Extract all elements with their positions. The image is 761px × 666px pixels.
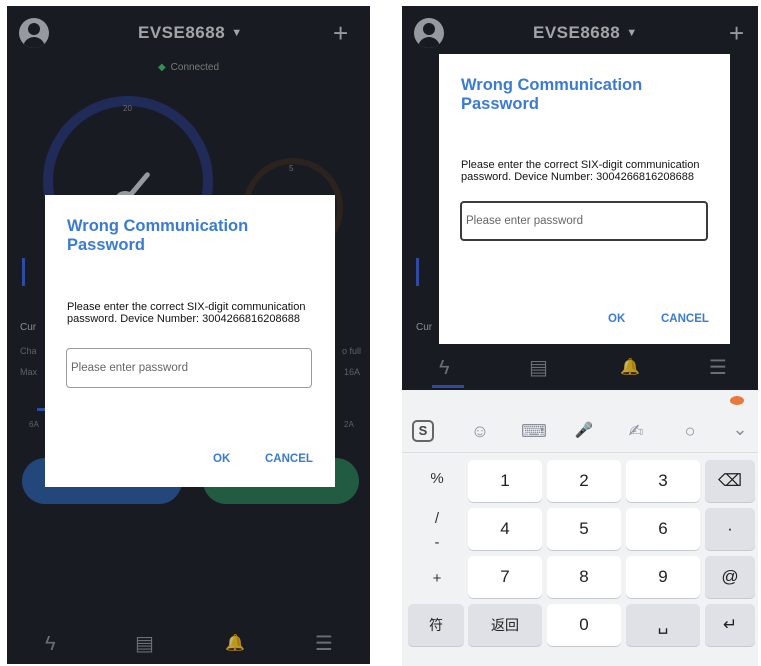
space-key[interactable]: ␣ bbox=[626, 604, 700, 646]
password-input[interactable] bbox=[460, 201, 708, 241]
password-dialog: Wrong Communication Password Please ente… bbox=[439, 54, 730, 344]
key-7[interactable]: 7 bbox=[468, 556, 542, 598]
enter-key[interactable]: ↵ bbox=[705, 604, 755, 646]
left-phone-screen: EVSE8688 ▼ + ◆ Connected 20 5 Cur Cha Max … bbox=[7, 6, 370, 664]
keyboard-layout-icon[interactable]: ⌨ bbox=[521, 422, 547, 440]
keyboard-divider bbox=[402, 452, 758, 453]
key-1[interactable]: 1 bbox=[468, 460, 542, 502]
numeric-keyboard: S ☺ ⌨ 🎤 ✍ ○ ⌄ % / - + 1 2 3 ⌫ 4 5 6 · 7 … bbox=[402, 390, 758, 666]
screenshot-pair: EVSE8688 ▼ + ◆ Connected 20 5 Cur Cha Max … bbox=[0, 0, 761, 666]
right-phone-screen: EVSE8688 ▼ + Cur ϟ ▤ 🔔 ☰ Wrong Communicat… bbox=[402, 6, 758, 390]
backspace-key[interactable]: ⌫ bbox=[705, 460, 755, 502]
handwriting-icon[interactable]: ✍ bbox=[624, 422, 648, 440]
back-key[interactable]: 返回 bbox=[468, 604, 542, 646]
cancel-button[interactable]: CANCEL bbox=[661, 313, 709, 325]
key-8[interactable]: 8 bbox=[547, 556, 621, 598]
ime-badge-icon bbox=[730, 396, 744, 405]
password-input[interactable] bbox=[66, 348, 312, 388]
key-dot[interactable]: · bbox=[705, 508, 755, 550]
key-0[interactable]: 0 bbox=[547, 604, 621, 646]
dialog-title: Wrong Communication Password bbox=[67, 217, 249, 254]
key-6[interactable]: 6 bbox=[626, 508, 700, 550]
microphone-icon[interactable]: 🎤 bbox=[572, 422, 596, 440]
dialog-message: Please enter the correct SIX-digit commu… bbox=[67, 301, 306, 325]
key-2[interactable]: 2 bbox=[547, 460, 621, 502]
emoji-icon[interactable]: ☺ bbox=[468, 422, 492, 440]
dialog-title: Wrong Communication Password bbox=[461, 76, 643, 113]
cancel-button[interactable]: CANCEL bbox=[265, 453, 313, 465]
key-at[interactable]: @ bbox=[705, 556, 755, 598]
ok-button[interactable]: OK bbox=[608, 313, 625, 325]
key-5[interactable]: 5 bbox=[547, 508, 621, 550]
key-4[interactable]: 4 bbox=[468, 508, 542, 550]
key-3[interactable]: 3 bbox=[626, 460, 700, 502]
ok-button[interactable]: OK bbox=[213, 453, 230, 465]
password-dialog: Wrong Communication Password Please ente… bbox=[45, 195, 335, 487]
chevron-down-icon[interactable]: ⌄ bbox=[728, 420, 752, 438]
key-plus[interactable]: + bbox=[409, 556, 465, 602]
search-icon[interactable]: ○ bbox=[678, 422, 702, 440]
ime-logo-icon[interactable]: S bbox=[412, 420, 434, 442]
key-9[interactable]: 9 bbox=[626, 556, 700, 598]
dialog-message: Please enter the correct SIX-digit commu… bbox=[461, 159, 700, 183]
symbols-key[interactable]: 符 bbox=[408, 604, 464, 646]
